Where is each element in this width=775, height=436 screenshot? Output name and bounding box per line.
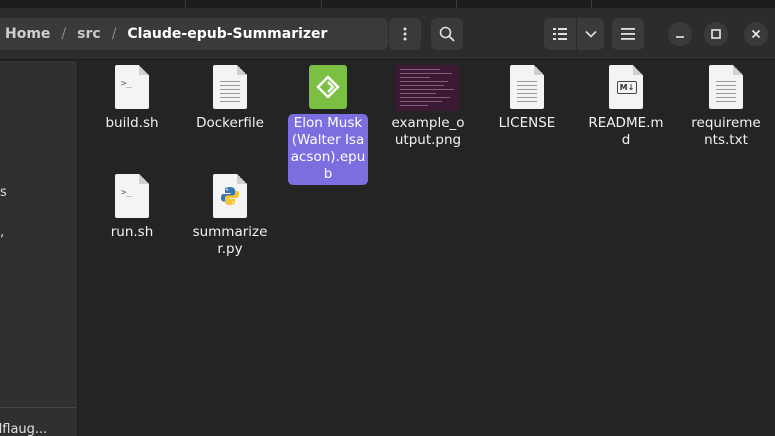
file-name: Elon Musk (Walter Isaacson).epub (288, 114, 368, 185)
maximize-icon (711, 29, 721, 39)
file-item-requirements[interactable]: requirements.txt (683, 61, 769, 151)
file-item-build-sh[interactable]: >_ build.sh (89, 61, 175, 134)
text-file-icon (507, 65, 547, 111)
vertical-dots-icon (403, 27, 407, 41)
file-name: README.md (588, 115, 664, 148)
file-item-readme[interactable]: M↓ README.md (583, 61, 669, 151)
file-name: build.sh (105, 115, 159, 131)
main-menu-button[interactable] (612, 18, 644, 50)
file-name: LICENSE (498, 115, 556, 131)
view-options-dropdown[interactable] (576, 18, 604, 50)
file-item-summarizer[interactable]: summarizer.py (187, 170, 273, 260)
maximize-button[interactable] (704, 22, 728, 46)
markdown-file-icon: M↓ (606, 65, 646, 111)
python-file-icon (210, 174, 250, 220)
minimize-button[interactable] (668, 22, 692, 46)
breadcrumb-separator: / (61, 26, 67, 42)
file-grid: >_ build.sh Dockerfile Elon Musk (Walter… (79, 61, 775, 436)
image-thumbnail (396, 65, 460, 111)
view-toggle-group (544, 18, 604, 50)
file-name: example_output.png (391, 115, 465, 148)
top-window-strip (0, 0, 775, 8)
file-item-run-sh[interactable]: >_ run.sh (89, 170, 175, 243)
file-item-dockerfile[interactable]: Dockerfile (187, 61, 273, 134)
close-button[interactable] (744, 22, 768, 46)
sidebar-item-partial[interactable]: , (0, 225, 4, 240)
close-icon (751, 29, 761, 39)
chevron-down-icon (584, 30, 597, 38)
file-name: run.sh (110, 224, 154, 240)
file-item-epub[interactable]: Elon Musk (Walter Isaacson).epub (285, 61, 371, 185)
sidebar-divider (0, 407, 77, 408)
header-bar: Home / src / Claude-epub-Summarizer (0, 8, 775, 60)
text-file-icon (210, 65, 250, 111)
list-view-button[interactable] (544, 18, 576, 50)
breadcrumb-current-folder[interactable]: Claude-epub-Summarizer (123, 26, 331, 42)
file-name: requirements.txt (691, 115, 761, 148)
file-name: summarizer.py (192, 224, 268, 257)
breadcrumb-separator: / (111, 26, 117, 42)
sidebar: s , dflaug... (0, 61, 78, 436)
list-view-icon (553, 28, 567, 40)
file-item-license[interactable]: LICENSE (484, 61, 570, 134)
breadcrumb: Home / src / Claude-epub-Summarizer (0, 18, 388, 50)
file-item-example-output[interactable]: example_output.png (385, 61, 471, 151)
shell-script-icon: >_ (112, 174, 152, 220)
folder-menu-button[interactable] (389, 18, 421, 50)
file-name: Dockerfile (196, 115, 264, 131)
search-button[interactable] (431, 18, 463, 50)
epub-icon (308, 65, 348, 111)
search-icon (439, 26, 455, 42)
minimize-icon (676, 36, 684, 38)
shell-script-icon: >_ (112, 65, 152, 111)
breadcrumb-home[interactable]: Home (0, 26, 54, 42)
hamburger-icon (621, 28, 635, 40)
sidebar-item-partial[interactable]: s (0, 185, 7, 200)
sidebar-item-device[interactable]: dflaug... (0, 422, 47, 436)
breadcrumb-src[interactable]: src (73, 26, 105, 42)
text-file-icon (706, 65, 746, 111)
